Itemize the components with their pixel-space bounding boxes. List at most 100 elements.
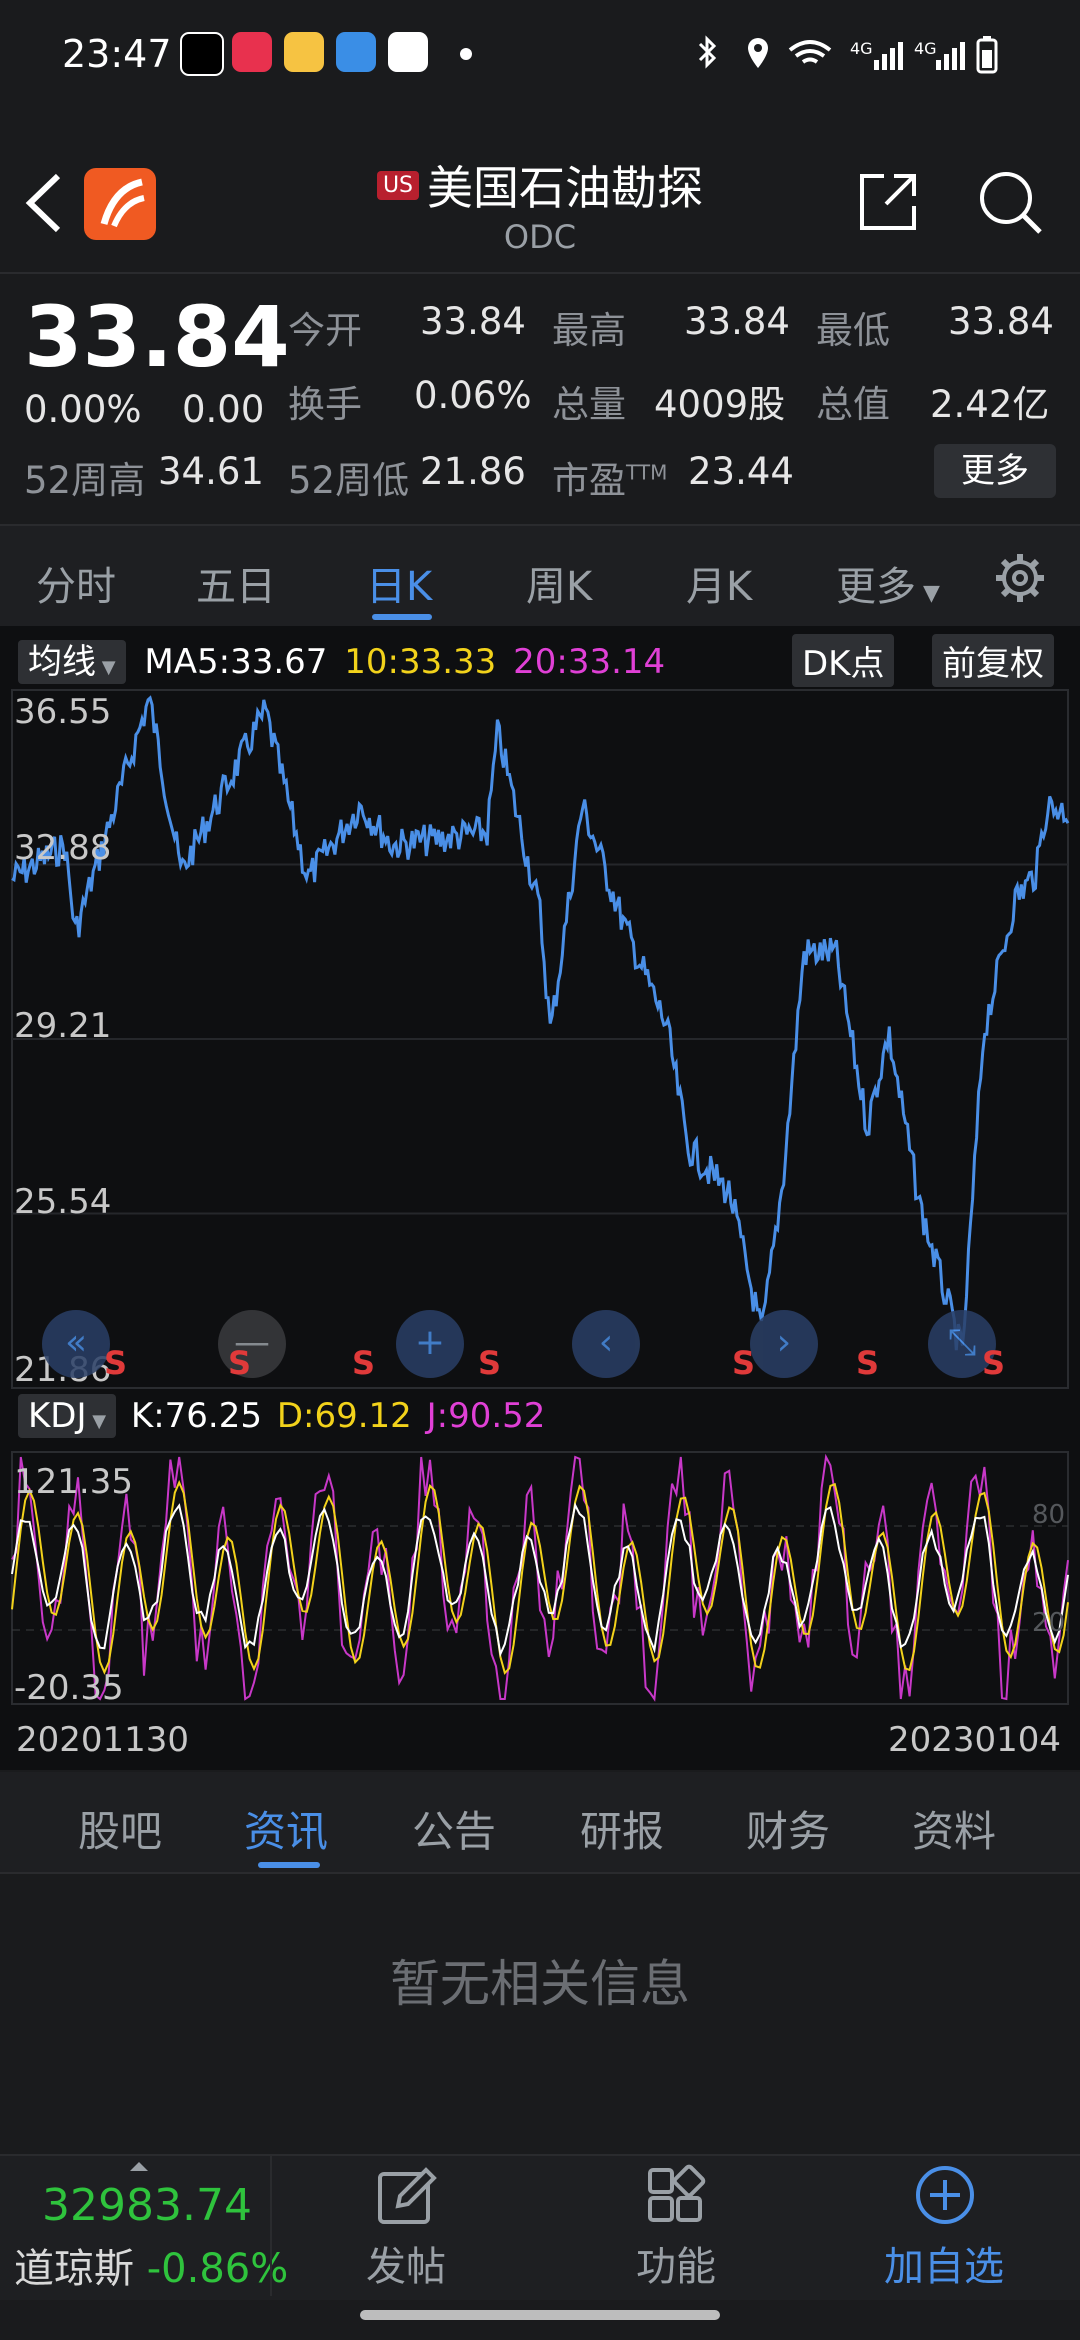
home-indicator[interactable] (360, 2310, 720, 2320)
zoom-in-button[interactable]: + (396, 1310, 464, 1378)
post-button-label[interactable]: 发帖 (316, 2234, 496, 2292)
scroll-left-button[interactable]: ‹ (572, 1310, 640, 1378)
change-percent: 0.00% (24, 388, 142, 431)
tab-announcements[interactable]: 公告 (412, 1798, 496, 1859)
w52-high-label: 52周高 (24, 459, 146, 502)
j-value: J:90.52 (426, 1396, 546, 1436)
location-icon (748, 38, 768, 68)
sell-signal: S (352, 1344, 376, 1382)
change-amount: 0.00 (182, 388, 265, 431)
search-icon[interactable] (976, 168, 1046, 238)
scroll-left-fast-button[interactable]: « (42, 1310, 110, 1378)
price-axis-label-3: 25.54 (14, 1182, 112, 1222)
k-value: K:76.25 (130, 1396, 262, 1436)
network-label-1: 4G (850, 39, 873, 58)
volume-value: 4009股 (654, 383, 786, 426)
price-axis-label-0: 36.55 (14, 692, 112, 732)
ma20-value: 20:33.14 (513, 642, 666, 682)
sell-signal: S (478, 1344, 502, 1382)
price-axis-label-2: 29.21 (14, 1006, 112, 1046)
tab-monthly-k[interactable]: 月K (686, 554, 752, 612)
sell-signal: S (982, 1344, 1006, 1382)
sell-signal: S (856, 1344, 880, 1382)
signal-icon-2 (936, 42, 965, 70)
ma5-value: MA5:33.67 (144, 642, 328, 682)
open-label: 今开 (288, 309, 362, 352)
battery-icon (976, 36, 998, 74)
tab-profile[interactable]: 资料 (912, 1798, 996, 1859)
weibo-app-icon (284, 32, 324, 72)
tab-forum[interactable]: 股吧 (78, 1798, 162, 1859)
network-label-2: 4G (914, 39, 937, 58)
kdj-20-label: 20 (1032, 1608, 1066, 1638)
dropdown-caret-icon: ▼ (916, 581, 940, 606)
tab-news[interactable]: 资讯 (244, 1798, 328, 1859)
price-line (11, 695, 1070, 1351)
expand-caret-icon[interactable] (130, 2162, 148, 2171)
mktcap-label: 总值 (816, 383, 890, 426)
sell-signal: S (732, 1344, 756, 1382)
tab-research[interactable]: 研报 (580, 1798, 664, 1859)
status-icons: 4G 4G (698, 35, 998, 74)
bank-app-icon (336, 32, 376, 72)
signal-icon-1 (874, 42, 903, 70)
ma-toggle-button[interactable]: 均线 ▼ (18, 640, 126, 684)
low-value: 33.84 (948, 300, 1054, 343)
functions-button-label[interactable]: 功能 (586, 2234, 766, 2292)
index-value[interactable]: 32983.74 (42, 2180, 252, 2231)
divider (0, 272, 1080, 274)
notification-dot-icon (460, 48, 472, 60)
kdj-legend: KDJ ▼ K:76.25 D:69.12 J:90.52 (18, 1394, 546, 1438)
share-icon[interactable] (856, 170, 920, 234)
info-tabs: 股吧 资讯 公告 研报 财务 资料 (0, 1772, 1080, 1874)
index-change: -0.86% (146, 2246, 289, 2292)
adjust-button[interactable]: 前复权 (932, 634, 1054, 687)
tab-weekly-k[interactable]: 周K (526, 554, 592, 612)
turnover-label: 换手 (288, 383, 362, 426)
indicator-select-button[interactable]: KDJ ▼ (18, 1394, 117, 1438)
wifi-icon (788, 40, 832, 64)
dk-point-button[interactable]: DK点 (792, 634, 895, 687)
status-time: 23:47 (62, 32, 172, 76)
current-price: 33.84 (24, 288, 290, 386)
kdj-axis-max: 121.35 (14, 1462, 133, 1502)
index-ticker[interactable]: 道琼斯 -0.86% (14, 2236, 288, 2294)
settings-gear-icon[interactable] (994, 552, 1046, 604)
high-label: 最高 (552, 309, 626, 352)
price-chart (11, 689, 1070, 1389)
video-app-icon (232, 32, 272, 72)
price-axis-label-1: 32.88 (14, 828, 112, 868)
empty-message: 暂无相关信息 (390, 1955, 690, 2013)
turnover-value: 0.06% (414, 374, 532, 417)
kdj-axis-min: -20.35 (14, 1668, 124, 1708)
kdj-80-label: 80 (1032, 1500, 1066, 1530)
tiktok-app-icon (180, 32, 224, 76)
add-watchlist-label[interactable]: 加自选 (854, 2234, 1034, 2292)
chart-period-tabs: 分时 五日 日K 周K 月K 更多 ▼ (0, 524, 1080, 628)
volume-label: 总量 (552, 383, 626, 426)
tab-intraday[interactable]: 分时 (36, 554, 116, 612)
post-edit-icon[interactable] (376, 2166, 437, 2226)
divider (270, 2156, 272, 2296)
info-tab-underline (258, 1862, 320, 1868)
pe-label: 市盈TTM (552, 459, 668, 502)
open-value: 33.84 (420, 300, 526, 343)
start-date: 20201130 (16, 1720, 190, 1760)
d-value: D:69.12 (276, 1396, 412, 1436)
mktcap-value: 2.42亿 (930, 383, 1050, 426)
add-watchlist-icon[interactable] (914, 2164, 976, 2226)
scroll-right-button[interactable]: › (750, 1310, 818, 1378)
tab-daily-k[interactable]: 日K (366, 554, 432, 612)
tab-more[interactable]: 更多 ▼ (836, 554, 940, 612)
functions-grid-icon[interactable] (646, 2164, 706, 2226)
more-button[interactable]: 更多 (934, 444, 1056, 498)
ma10-value: 10:33.33 (344, 642, 497, 682)
w52-low-label: 52周低 (288, 459, 410, 502)
tab-five-day[interactable]: 五日 (196, 554, 276, 612)
ma-legend: 均线 ▼ MA5:33.67 10:33.33 20:33.14 (18, 634, 666, 684)
bluetooth-icon (698, 35, 717, 69)
tab-financials[interactable]: 财务 (746, 1798, 830, 1859)
low-label: 最低 (816, 309, 890, 352)
map-app-icon (388, 32, 428, 72)
tab-underline (372, 614, 432, 620)
